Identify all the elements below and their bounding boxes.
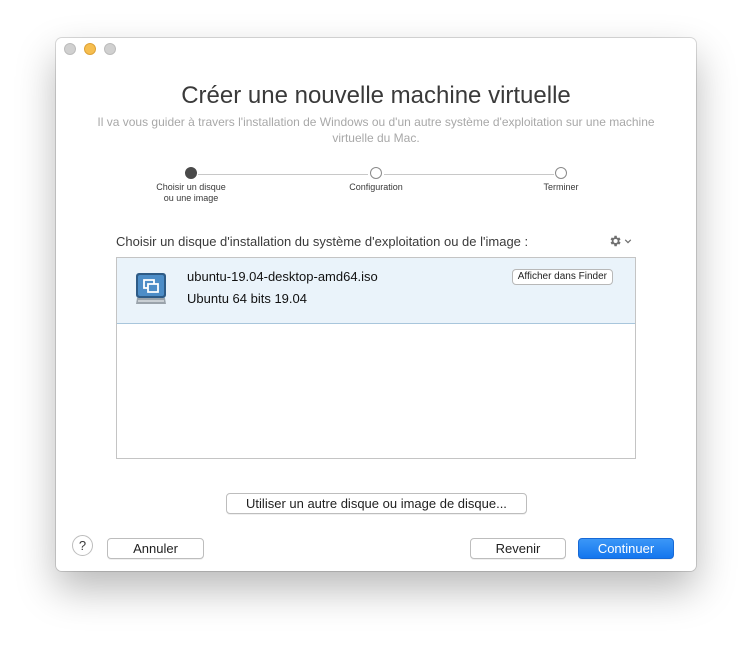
window-content: Créer une nouvelle machine virtuelle Il … [56,38,696,571]
section-label: Choisir un disque d'installation du syst… [116,234,529,249]
step-label: Choisir un disque ou une image [156,182,226,203]
step-indicator-active [185,167,197,179]
list-item[interactable]: ubuntu-19.04-desktop-amd64.iso Ubuntu 64… [117,258,635,324]
page-title: Créer une nouvelle machine virtuelle [181,82,571,109]
step-indicator [555,167,567,179]
page-subtitle: Il va vous guider à travers l'installati… [97,115,655,145]
back-button[interactable]: Revenir [470,538,566,559]
step-indicator [370,167,382,179]
gear-icon [610,235,621,247]
disk-image-name: ubuntu-19.04-desktop-amd64.iso [187,269,378,284]
step-finish: Terminer [521,167,601,193]
minimize-window-button[interactable] [84,43,96,55]
settings-menu-button[interactable] [608,234,632,248]
wizard-window: Créer une nouvelle machine virtuelle Il … [56,38,696,571]
chevron-down-icon [624,239,632,244]
use-other-disk-button[interactable]: Utiliser un autre disque ou image de dis… [226,493,527,514]
cancel-button[interactable]: Annuler [107,538,204,559]
step-choose-disk: Choisir un disque ou une image [151,167,231,204]
window-controls [64,43,116,55]
step-label: Configuration [349,182,403,192]
continue-button[interactable]: Continuer [578,538,674,559]
show-in-finder-button[interactable]: Afficher dans Finder [511,269,613,285]
disk-image-os: Ubuntu 64 bits 19.04 [187,291,307,306]
disk-image-icon [136,273,166,304]
step-configuration: Configuration [336,167,416,193]
close-window-button[interactable] [64,43,76,55]
step-label: Terminer [543,182,579,192]
zoom-window-button[interactable] [104,43,116,55]
help-button[interactable]: ? [72,535,93,556]
disk-image-list[interactable]: ubuntu-19.04-desktop-amd64.iso Ubuntu 64… [116,257,636,459]
